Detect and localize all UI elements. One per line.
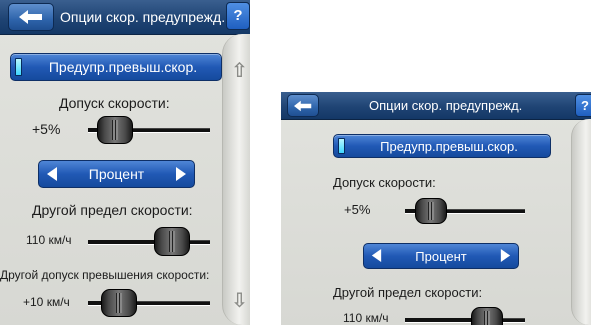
speed-tolerance-label: Допуск скорости: [333, 175, 436, 190]
scrollbar[interactable]: ⇧ ⇩ [222, 34, 250, 325]
unit-selector[interactable]: Процент [38, 160, 195, 188]
help-button[interactable]: ? [226, 2, 250, 30]
next-option-icon[interactable] [174, 166, 188, 182]
other-limit-slider[interactable] [405, 318, 525, 323]
title-bar: Опции скор. предупрежд. ? [281, 92, 591, 120]
screen-right: Опции скор. предупрежд. ? Предупр.превыш… [281, 92, 591, 325]
other-limit-label: Другой предел скорости: [32, 202, 193, 218]
help-button[interactable]: ? [575, 94, 591, 117]
unit-selector-value: Процент [88, 166, 145, 182]
screen-left: Опции скор. предупрежд. ? ⇧ ⇩ Предупр.пр… [0, 0, 250, 325]
page-title: Опции скор. предупрежд. [60, 9, 226, 25]
speed-tolerance-value: +5% [32, 121, 61, 137]
other-limit-label: Другой предел скорости: [333, 285, 483, 300]
other-limit-slider[interactable] [88, 240, 210, 245]
speed-tolerance-slider-thumb[interactable] [415, 198, 447, 224]
back-arrow-icon [294, 100, 312, 111]
other-tolerance-value: +10 км/ч [23, 295, 70, 309]
other-limit-slider-thumb[interactable] [471, 307, 503, 325]
scroll-up-arrow-icon[interactable]: ⇧ [231, 58, 248, 83]
speed-warning-toggle[interactable]: Предупр.превыш.скор. [333, 134, 551, 158]
back-button[interactable] [8, 3, 54, 31]
back-arrow-icon [19, 10, 42, 24]
toggle-label: Предупр.превыш.скор. [48, 59, 198, 75]
speed-tolerance-value: +5% [344, 202, 371, 217]
toggle-label: Предупр.превыш.скор. [380, 139, 518, 154]
title-bar: Опции скор. предупрежд. ? [0, 0, 250, 35]
speed-warning-toggle[interactable]: Предупр.превыш.скор. [10, 53, 222, 81]
scroll-down-arrow-icon[interactable]: ⇩ [231, 288, 248, 313]
scrollbar[interactable] [571, 119, 591, 325]
speed-tolerance-label: Допуск скорости: [59, 95, 170, 111]
other-limit-value: 110 км/ч [26, 233, 72, 247]
other-tolerance-slider-thumb[interactable] [101, 289, 137, 317]
unit-selector[interactable]: Процент [363, 243, 519, 269]
next-option-icon[interactable] [499, 248, 512, 263]
page-title: Опции скор. предупрежд. [369, 98, 523, 113]
other-limit-slider-thumb[interactable] [154, 227, 190, 256]
speed-tolerance-slider-thumb[interactable] [97, 116, 133, 144]
back-button[interactable] [287, 94, 319, 117]
other-tolerance-label: Другой допуск превышения скорости: [0, 268, 210, 282]
unit-selector-value: Процент [415, 249, 467, 264]
other-limit-value: 110 км/ч [343, 311, 389, 325]
scrollbar-track [571, 119, 591, 325]
